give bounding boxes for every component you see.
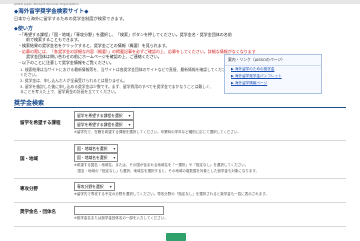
howto-bullet-2: ・検索結果の奨学金名をクリックすると、奨学金ごとの情報（概要）を見られます。 bbox=[18, 43, 170, 48]
course-row: 留学を希望する課程 留学を希望する課程を選択 留学を希望する課程を選択 ※留学先… bbox=[14, 109, 346, 141]
major-hint: ※留学先で専攻する予定の分野を選択してください。専攻分野の「指定なし」を選択され… bbox=[74, 192, 269, 196]
country-hint-2: 国名・地域の「指定なし」も選択、地域名を選択すると、その地域の複数国を対象とした… bbox=[74, 169, 260, 173]
country-label: 国・地域 bbox=[20, 157, 38, 162]
course-hint: ※留学先で、在籍を希望する課程を選択してください。卒業時の学年など種別に応じて選… bbox=[74, 130, 241, 134]
howto-bullet-4: ・以下のことに注意して奨学金情報をご覧ください。 bbox=[18, 60, 114, 65]
site-header-text: JASSO Japan Student Services Organizatio… bbox=[14, 2, 79, 6]
country-row: 国・地域 国・地域名を選択 国・地域名を選択 ※希望する国名・地域名、または、そ… bbox=[14, 142, 346, 179]
link-scholarship[interactable]: ▶ 海外留学のための奨学金 bbox=[225, 66, 321, 73]
search-section-title: 奨学金検索 bbox=[14, 100, 45, 107]
name-label: 奨学金名・団体名 bbox=[20, 210, 56, 215]
course-label: 留学を希望する課程 bbox=[20, 121, 61, 126]
note-1: 1. 検索結果は当サイトにおける最新情報等を、当サイトは各奨学金団体のサイトなど… bbox=[20, 67, 234, 72]
howto-bullet-3-cont: 奨学金団体は問い合わせの前にホームページを確認の上、ご連絡ください。 bbox=[18, 54, 162, 59]
country-hint-1: ※希望する国名・地域名、または、その国が含まれる地域名を「一選択」や「指定なし」… bbox=[74, 163, 249, 167]
page-title: ◆海外留学奨学金検索サイト◆ bbox=[14, 9, 89, 15]
link-info-page[interactable]: ▶ 海外留学情報ページ bbox=[225, 80, 321, 87]
link-pamphlet[interactable]: ▶ 海外留学奨学金パンフレット bbox=[225, 73, 321, 80]
link-box: 案内・リンク（JASSOのページ） ▶ 海外留学のための奨学金 ▶ 海外留学奨学… bbox=[224, 54, 322, 94]
howto-bullet-1-cont: 前で検索することもできます。 bbox=[18, 37, 82, 42]
major-row: 専攻分野 専攻分野を選択 ※留学先で専攻する予定の分野を選択してください。専攻分… bbox=[14, 180, 346, 203]
note-1-cont: ください。 bbox=[20, 72, 39, 77]
note-3-cont: ることを考えた上で、留学資金の計画を立ててください。 bbox=[20, 89, 119, 94]
link-box-heading: 案内・リンク（JASSOのページ） bbox=[225, 55, 321, 66]
name-row: 奨学金名・団体名 ※奨学金名または奨学金団体名の一部を入力してください。 bbox=[14, 204, 346, 227]
name-input[interactable] bbox=[74, 206, 164, 215]
country-select-1[interactable]: 国・地域名を選択 bbox=[74, 144, 119, 153]
course-select-1[interactable]: 留学を希望する課程を選択 bbox=[74, 111, 134, 120]
name-hint: ※奨学金名または奨学金団体名の一部を入力してください。 bbox=[74, 216, 168, 220]
course-select-2[interactable]: 留学を希望する課程を選択 bbox=[74, 120, 134, 129]
note-2: 2. 奨学金は、申し込んだ人が全員受けられるとは限りません。 bbox=[20, 78, 128, 83]
major-label: 専攻分野 bbox=[20, 187, 38, 192]
howto-heading: ◆使い方 bbox=[14, 26, 33, 32]
intro-text: 日本から海外に留学するための奨学金制度が検索できます。 bbox=[14, 16, 127, 21]
major-select[interactable]: 専攻分野を選択 bbox=[74, 182, 115, 191]
country-select-2[interactable]: 国・地域名を選択 bbox=[74, 153, 119, 162]
section-divider bbox=[14, 107, 346, 108]
